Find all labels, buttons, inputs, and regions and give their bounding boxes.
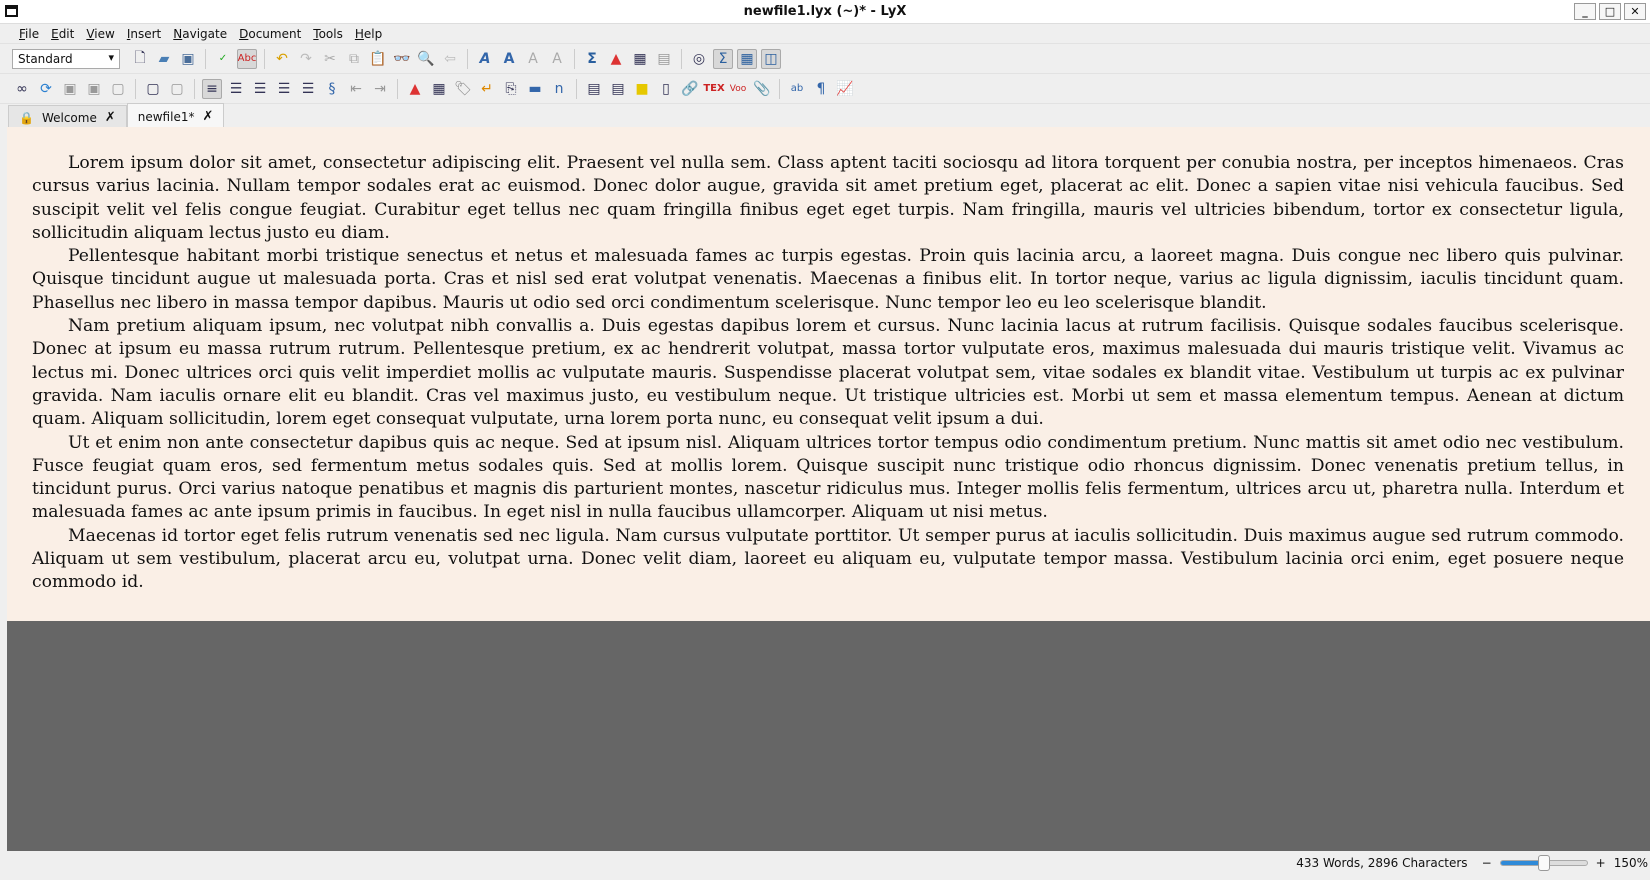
paste-icon[interactable]: 📋 xyxy=(368,49,388,69)
extra-toolbar: ∞ ⟳ ▣ ▣ ▢ ▢ ▢ ≡ ☰ ☰ ☰ ☰ § ⇤ ⇥ ▲ ▦ 🏷 ↵ ⎘ … xyxy=(0,73,1650,103)
document-tabs: 🔒 Welcome ✗ newfile1* ✗ xyxy=(0,103,1650,129)
back-icon[interactable]: ⇦ xyxy=(440,49,460,69)
close-button[interactable]: ✕ xyxy=(1624,3,1646,20)
insert-table-icon[interactable]: ▦ xyxy=(630,49,650,69)
text-style-icon[interactable]: A xyxy=(523,49,543,69)
align-justify-icon[interactable]: ≡ xyxy=(202,78,222,99)
navigator-icon[interactable]: ◎ xyxy=(689,49,709,69)
continuous-spellcheck-icon[interactable]: Abc xyxy=(237,48,257,69)
font-icon[interactable]: A xyxy=(547,49,567,69)
window-menu-icon[interactable] xyxy=(5,5,18,17)
emphasis-icon[interactable]: A xyxy=(475,49,495,69)
fraction-icon[interactable]: ab xyxy=(787,79,807,99)
decrease-depth-icon[interactable]: ⇤ xyxy=(346,79,366,99)
paragraph[interactable]: Nam pretium aliquam ipsum, nec volutpat … xyxy=(32,315,1624,431)
main-toolbar: Standard 🗋 ▰ ▣ ✓ Abc ↶ ↷ ✂ ⧉ 📋 👓 🔍 ⇦ A A… xyxy=(0,43,1650,73)
increase-depth-icon[interactable]: ⇥ xyxy=(370,79,390,99)
margin-note-icon[interactable]: ▬ xyxy=(525,79,545,99)
hyperlink-icon[interactable]: 🔗 xyxy=(680,79,700,99)
tab-label: newfile1* xyxy=(137,109,195,124)
save-icon[interactable]: ▣ xyxy=(178,49,198,69)
chart-icon[interactable]: 📈 xyxy=(835,79,855,99)
update-other-icon[interactable]: ▢ xyxy=(167,79,187,99)
menu-help[interactable]: Help xyxy=(349,27,388,41)
glossary-icon[interactable]: Voo xyxy=(728,79,748,99)
word-count: 433 Words, 2896 Characters xyxy=(1296,856,1468,870)
empty-workarea xyxy=(7,621,1650,851)
search-icon[interactable]: 🔍 xyxy=(416,49,436,69)
undo-icon[interactable]: ↶ xyxy=(272,49,292,69)
paragraph-settings-icon[interactable]: ¶ xyxy=(811,79,831,99)
tab-newfile1[interactable]: newfile1* ✗ xyxy=(126,103,225,129)
new-file-icon[interactable]: 🗋 xyxy=(130,49,150,69)
export-icon[interactable]: ▢ xyxy=(108,79,128,99)
nomenclature-icon[interactable]: n xyxy=(549,79,569,99)
tab-welcome[interactable]: 🔒 Welcome ✗ xyxy=(8,105,127,129)
close-tab-icon[interactable]: ✗ xyxy=(202,109,213,124)
note-icon[interactable]: ■ xyxy=(632,79,652,99)
lock-icon: 🔒 xyxy=(19,110,34,125)
tab-label: Welcome xyxy=(41,110,97,125)
zoom-level: 150% xyxy=(1613,856,1648,870)
menu-insert[interactable]: Insert xyxy=(121,27,167,41)
minimize-button[interactable]: _ xyxy=(1574,3,1596,20)
table-toolbar-icon[interactable]: ▦ xyxy=(737,48,757,69)
status-bar: 433 Words, 2896 Characters − + 150% xyxy=(0,851,1650,875)
cross-reference-icon[interactable]: ↵ xyxy=(477,79,497,99)
section-icon[interactable]: § xyxy=(322,79,342,99)
document-editor[interactable]: Lorem ipsum dolor sit amet, consectetur … xyxy=(7,127,1650,621)
copy-icon[interactable]: ⧉ xyxy=(344,49,364,69)
paragraph[interactable]: Pellentesque habitant morbi tristique se… xyxy=(32,245,1624,315)
menu-edit[interactable]: Edit xyxy=(45,27,80,41)
menu-tools[interactable]: Tools xyxy=(307,27,349,41)
enumerate-icon[interactable]: ☰ xyxy=(226,79,246,99)
footnote-icon[interactable]: ⎘ xyxy=(501,79,521,99)
cut-icon[interactable]: ✂ xyxy=(320,49,340,69)
math-icon[interactable]: Σ xyxy=(582,49,602,69)
maximize-button[interactable]: □ xyxy=(1599,3,1621,20)
menu-document[interactable]: Document xyxy=(233,27,307,41)
redo-icon[interactable]: ↷ xyxy=(296,49,316,69)
zoom-slider[interactable] xyxy=(1499,855,1588,871)
insert-graphics-icon[interactable]: ▲ xyxy=(606,49,626,69)
box-icon[interactable]: ▤ xyxy=(584,79,604,99)
find-replace-icon[interactable]: 👓 xyxy=(392,49,412,69)
paragraph[interactable]: Maecenas id tortor eget felis rutrum ven… xyxy=(32,525,1624,595)
zoom-in-button[interactable]: + xyxy=(1596,856,1606,870)
minipage-icon[interactable]: ▤ xyxy=(608,79,628,99)
paragraph[interactable]: Ut et enim non ante consectetur dapibus … xyxy=(32,432,1624,525)
tex-code-icon[interactable]: TEX xyxy=(703,79,724,99)
math-toolbar-icon[interactable]: Σ xyxy=(713,48,733,69)
list-icon[interactable]: ☰ xyxy=(298,79,318,99)
view-other-icon[interactable]: ▢ xyxy=(143,79,163,99)
zoom-out-button[interactable]: − xyxy=(1482,856,1492,870)
paragraph[interactable]: Lorem ipsum dolor sit amet, consectetur … xyxy=(32,152,1624,245)
spellcheck-icon[interactable]: ✓ xyxy=(213,49,233,69)
float-figure-icon[interactable]: ▲ xyxy=(405,79,425,99)
branch-icon[interactable]: ▯ xyxy=(656,79,676,99)
view-icon[interactable]: ∞ xyxy=(12,79,32,99)
update-master-icon[interactable]: ▣ xyxy=(84,79,104,99)
toc-icon[interactable]: ▤ xyxy=(654,49,674,69)
menu-navigate[interactable]: Navigate xyxy=(167,27,233,41)
menu-bar: File Edit View Insert Navigate Document … xyxy=(0,23,1650,43)
paragraph-layout-select[interactable]: Standard xyxy=(12,48,120,69)
description-icon[interactable]: ☰ xyxy=(274,79,294,99)
view-source-icon[interactable]: ◫ xyxy=(761,48,781,69)
menu-file[interactable]: File xyxy=(13,27,45,41)
noun-icon[interactable]: A xyxy=(499,49,519,69)
menu-view[interactable]: View xyxy=(80,27,120,41)
update-icon[interactable]: ⟳ xyxy=(36,79,56,99)
close-tab-icon[interactable]: ✗ xyxy=(105,110,116,125)
attachment-icon[interactable]: 📎 xyxy=(752,79,772,99)
title-bar: newfile1.lyx (~)* - LyX _ □ ✕ xyxy=(0,0,1650,23)
view-master-icon[interactable]: ▣ xyxy=(60,79,80,99)
open-file-icon[interactable]: ▰ xyxy=(154,49,174,69)
itemize-icon[interactable]: ☰ xyxy=(250,79,270,99)
float-table-icon[interactable]: ▦ xyxy=(429,79,449,99)
window-title: newfile1.lyx (~)* - LyX xyxy=(743,4,907,19)
label-icon[interactable]: 🏷 xyxy=(453,79,473,99)
